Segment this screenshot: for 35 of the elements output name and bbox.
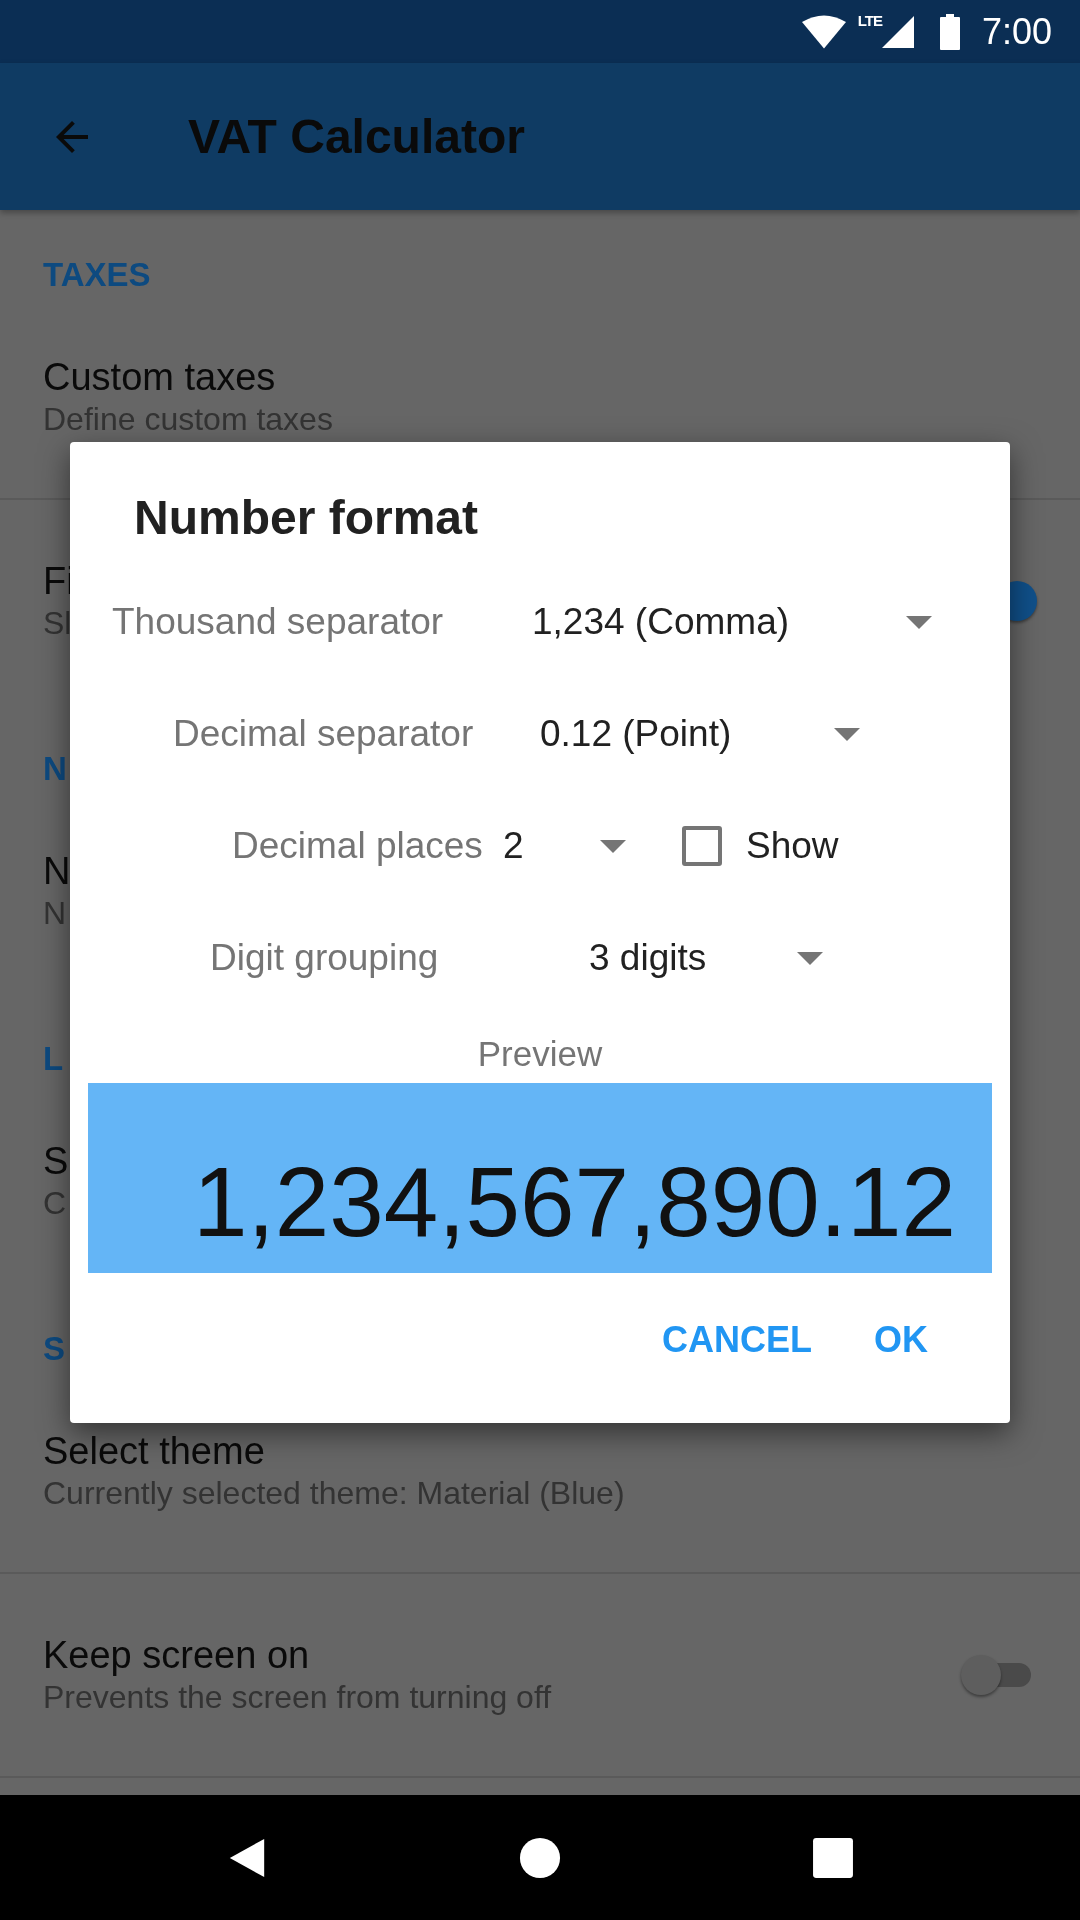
network-type: LTE [857,12,882,29]
dialog-button[interactable]: CANCEL [646,1309,828,1371]
dropdown[interactable]: 3 digits [589,937,823,979]
section-header: N [43,750,67,788]
checkbox[interactable]: Show [682,825,839,867]
dropdown[interactable]: 0.12 (Point) [540,713,860,755]
field-label: Digit grouping [210,937,440,979]
field-label: Thousand separator [112,601,445,643]
setting-title[interactable]: Keep screen on [43,1634,310,1677]
section-header: S [43,1330,65,1368]
setting-title[interactable]: N [43,850,71,893]
setting-title[interactable]: S [43,1140,69,1183]
caret-icon [834,727,860,741]
field-label: Decimal separator [173,713,475,755]
dialog-title: Number format [134,490,480,546]
setting-title[interactable]: Custom taxes [43,356,276,399]
app-title: VAT Calculator [188,109,525,164]
setting-title[interactable]: Select theme [43,1430,265,1473]
dropdown[interactable]: 1,234 (Comma) [532,601,932,643]
battery-icon [939,13,960,50]
wifi-icon [801,14,846,49]
dialog-button[interactable]: OK [858,1309,944,1371]
section-header: L [43,1040,64,1078]
square-icon[interactable] [812,1836,855,1879]
section-header: TAXES [43,256,151,294]
field-label: Decimal places [232,825,484,867]
home-circle-icon[interactable] [519,1836,561,1879]
caret-icon [797,951,823,965]
preview-number: 1,234,567,890.12 [88,1083,992,1273]
dropdown[interactable]: 2 [503,825,626,867]
clock: 7:00 [981,10,1052,53]
signal-icon [881,14,914,49]
preview-label: Preview [476,1034,604,1074]
caret-icon [906,615,932,629]
caret-icon [600,839,626,853]
